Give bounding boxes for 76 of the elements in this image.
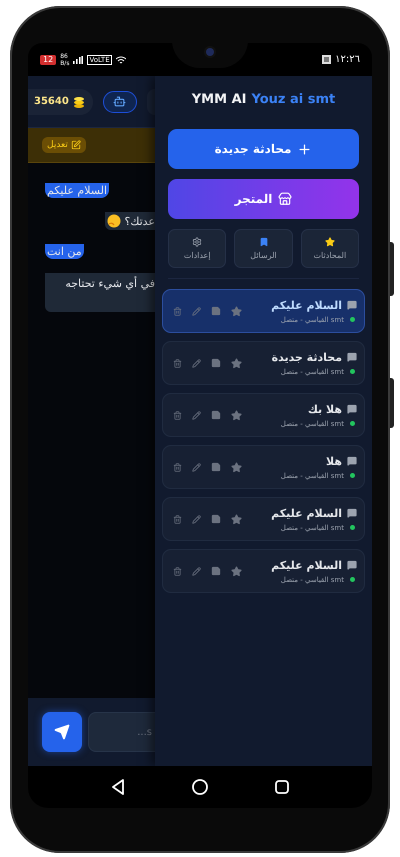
store-icon: [278, 192, 292, 206]
edit-icon[interactable]: [192, 514, 201, 524]
note-icon[interactable]: [211, 566, 221, 576]
star-icon[interactable]: [231, 410, 242, 420]
robot-button[interactable]: [102, 90, 137, 112]
edit-button[interactable]: تعديل: [42, 137, 86, 153]
online-dot: [350, 317, 355, 322]
edit-icon[interactable]: [192, 462, 201, 472]
battery-level: 12: [40, 54, 56, 64]
online-dot: [350, 577, 355, 582]
new-chat-button[interactable]: محادثة جديدة: [168, 129, 359, 169]
coin-balance[interactable]: 35640: [28, 88, 93, 114]
back-icon[interactable]: [111, 779, 126, 795]
user-message: من انت: [45, 244, 84, 259]
bot-message: في أي شيء تحتاجه: [45, 273, 155, 312]
conversation-title: السلام عليكم: [271, 506, 342, 520]
star-icon[interactable]: [231, 514, 242, 524]
delete-icon[interactable]: [173, 566, 182, 576]
online-dot: [350, 473, 355, 478]
online-dot: [350, 421, 355, 426]
shortcut-tile[interactable]: الرسائل: [234, 229, 293, 268]
send-icon: [54, 724, 70, 740]
app-name: YMM AI: [192, 92, 246, 107]
delete-icon[interactable]: [173, 306, 182, 316]
robot-icon: [113, 95, 126, 108]
delete-icon[interactable]: [173, 410, 182, 420]
chat-icon: [347, 404, 357, 414]
chat-icon: [347, 560, 357, 570]
camera-icon: [206, 48, 214, 56]
online-dot: [350, 525, 355, 530]
chat-icon: [347, 352, 357, 362]
shortcut-tile[interactable]: إعدادات: [168, 229, 226, 268]
coins-icon: [72, 95, 85, 108]
delete-icon[interactable]: [173, 462, 182, 472]
store-button[interactable]: المتجر: [168, 179, 359, 219]
screen-icon: [322, 55, 332, 64]
send-button[interactable]: [42, 712, 82, 752]
conversation-title: محادثة جديدة: [272, 350, 342, 364]
bookmark-icon: [258, 237, 269, 247]
user-message: السلام عليكم: [45, 183, 110, 198]
shortcut-tile[interactable]: المحادثات: [300, 229, 359, 268]
star-icon[interactable]: [231, 358, 242, 368]
note-icon[interactable]: [211, 514, 221, 524]
delete-icon[interactable]: [173, 358, 182, 368]
signal-icon: [73, 56, 84, 64]
star-icon[interactable]: [231, 306, 242, 316]
note-icon[interactable]: [211, 306, 221, 316]
edit-icon: [70, 140, 81, 150]
delete-icon[interactable]: [173, 514, 182, 524]
edit-icon[interactable]: [192, 306, 201, 316]
bot-message: عدتك؟: [105, 212, 155, 230]
edit-icon[interactable]: [192, 410, 201, 420]
settings-icon: [192, 237, 202, 247]
note-icon[interactable]: [211, 358, 221, 368]
clock: ١٢:٢٦: [335, 54, 360, 65]
online-dot: [350, 369, 355, 374]
edit-icon[interactable]: [192, 358, 201, 368]
conversation-title: السلام عليكم: [271, 298, 342, 312]
chat-icon: [347, 508, 357, 518]
chat-icon: [347, 456, 357, 466]
recents-icon[interactable]: [274, 780, 289, 794]
wifi-icon: [116, 56, 126, 64]
star-icon[interactable]: [231, 462, 242, 472]
edit-icon[interactable]: [192, 566, 201, 576]
message-input[interactable]: ...s: [88, 712, 155, 752]
conversation-title: هلا: [326, 454, 342, 468]
conversation-title: هلا بك: [308, 402, 342, 416]
plus-icon: [297, 142, 312, 156]
star-icon: [324, 237, 335, 247]
note-icon[interactable]: [211, 462, 221, 472]
home-icon[interactable]: [192, 779, 208, 795]
conversation-title: السلام عليكم: [271, 558, 342, 572]
star-icon[interactable]: [231, 566, 242, 576]
note-icon[interactable]: [211, 410, 221, 420]
app-subtitle: Youz ai smt: [251, 92, 336, 107]
chat-icon: [347, 300, 357, 310]
